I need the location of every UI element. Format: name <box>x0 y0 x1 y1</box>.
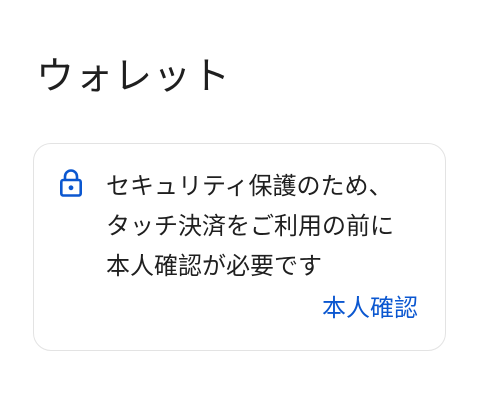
lock-icon <box>59 168 83 198</box>
wallet-screen: ウォレット セキュリティ保護のため、 タッチ決済をご利用の前に 本人確認が必要で… <box>0 0 480 408</box>
security-message: セキュリティ保護のため、 タッチ決済をご利用の前に 本人確認が必要です <box>106 166 426 286</box>
security-message-line: タッチ決済をご利用の前に <box>106 212 394 240</box>
verify-identity-button[interactable]: 本人確認 <box>322 292 418 324</box>
security-message-line: セキュリティ保護のため、 <box>106 172 393 200</box>
security-message-line: 本人確認が必要です <box>106 252 322 280</box>
page-title: ウォレット <box>36 54 232 98</box>
security-verification-card: セキュリティ保護のため、 タッチ決済をご利用の前に 本人確認が必要です 本人確認 <box>33 143 446 351</box>
